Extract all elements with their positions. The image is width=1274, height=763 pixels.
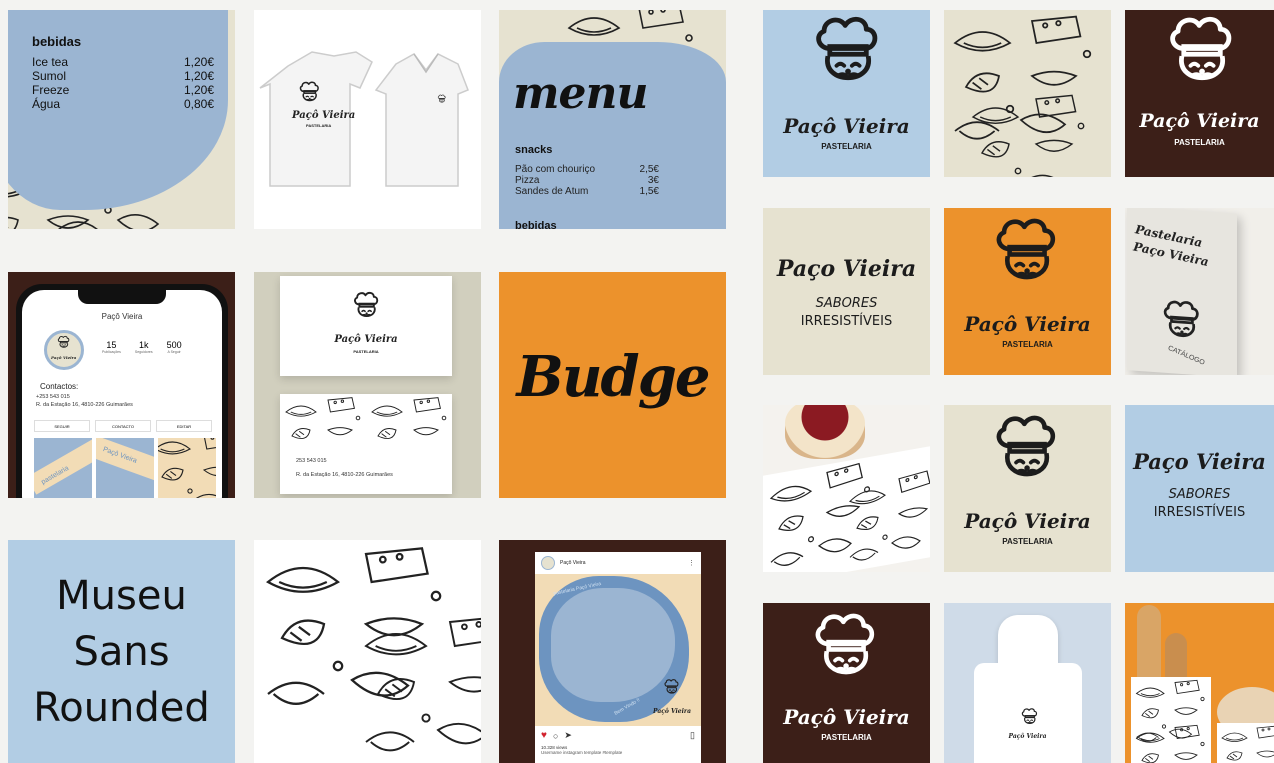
paper-bag: [1131, 677, 1211, 763]
follow-button[interactable]: SEGUIR: [34, 420, 90, 432]
contacts-title: Contactos:: [40, 382, 79, 391]
chef-logo-icon: [763, 603, 930, 703]
apron-tile: Paçô Vieira: [944, 603, 1111, 763]
phone-frame: Paçô Vieira Paçô Vieira 15 Publicações 1k…: [16, 284, 228, 498]
profile-stats: 15 Publicações 1k Seguidores 500 A Seguir: [102, 340, 182, 354]
drink-row: Ice tea 1,20€: [32, 55, 214, 69]
post-caption: Username instagram template #template: [541, 750, 623, 755]
phone-profile-tile: Paçô Vieira Paçô Vieira 15 Publicações 1k…: [8, 272, 235, 498]
post-header: Paçô Vieira ⋮: [535, 552, 701, 574]
edit-button[interactable]: EDITAR: [156, 420, 212, 432]
drink-row: Sumol 1,20€: [32, 69, 214, 83]
business-card-back: 253 543 015 R. da Estação 16, 4810-226 G…: [280, 394, 452, 494]
polo-brand: Paçô Vieira: [292, 110, 356, 121]
menu-title: menu: [513, 68, 649, 119]
logo-orange-tile: Paçô Vieira PASTELARIA: [944, 208, 1111, 375]
snack-row: Pizza 3€: [515, 175, 659, 186]
pattern-tile: [254, 540, 481, 763]
chef-logo-icon: [1021, 708, 1038, 725]
contact-phone: +253 543 015: [36, 394, 70, 400]
business-card-front: Paçô Vieira PASTELARIA: [280, 276, 452, 376]
slogan-blue-tile: Paço Vieira SABORES IRRESISTÍVEIS: [1125, 405, 1274, 572]
stat-followers: 1k Seguidores: [134, 340, 153, 354]
stat-posts: 15 Publicações: [102, 340, 121, 354]
catalog-book: Pastelaria Paço Vieira CATÁLOGO: [1127, 208, 1237, 375]
avatar: Paçô Vieira: [44, 330, 84, 370]
profile-name: Paçô Vieira: [101, 312, 143, 321]
packaging-photo-tile: [763, 405, 930, 572]
budge-text: Budge: [516, 344, 711, 410]
instagram-post: Paçô Vieira ⋮ pastelaria Paçô Vieira Bem…: [535, 552, 701, 763]
heart-icon[interactable]: ♥: [541, 730, 547, 741]
phone-notch: [78, 290, 166, 304]
bookmark-icon[interactable]: ▯: [690, 730, 695, 741]
budge-font-tile: Budge: [499, 272, 726, 498]
pastry-pattern: [954, 15, 1092, 177]
comment-icon[interactable]: ○: [553, 731, 558, 741]
drinks-menu-tile: bebidas Ice tea 1,20€ Sumol 1,20€ Freeze 1,…: [8, 10, 235, 229]
pastry-pattern-strip: [285, 397, 447, 440]
drink-row: Água 0,80€: [32, 97, 214, 111]
feed-post[interactable]: pastelaria: [34, 438, 92, 498]
profile-buttons: SEGUIR CONTACTO EDITAR: [34, 420, 212, 432]
polo-shirt-mockups: [259, 51, 469, 187]
more-icon[interactable]: ⋮: [688, 559, 695, 567]
post-actions: ♥ ○ ➤ ▯: [535, 726, 701, 745]
drinks-list: bebidas Ice tea 1,20€ Sumol 1,20€ Freeze 1,…: [32, 34, 214, 111]
logo-cream-tile: Paçô Vieira PASTELARIA: [944, 405, 1111, 572]
moodboard: bebidas Ice tea 1,20€ Sumol 1,20€ Freeze 1,…: [0, 0, 1274, 763]
chef-logo-icon: [944, 405, 1111, 505]
bread-bag-tile: [1125, 603, 1274, 763]
polo-sub: PASTELARIA: [306, 123, 332, 128]
paper-bag: [1217, 723, 1274, 763]
snack-row: Pão com chouriço 2,5€: [515, 164, 659, 175]
feed-post[interactable]: [158, 438, 216, 498]
polo-shirts-tile: Paçô Vieira PASTELARIA: [254, 10, 481, 229]
instagram-post-tile: Paçô Vieira ⋮ pastelaria Paçô Vieira Bem…: [499, 540, 726, 763]
pattern-cream-tile: [944, 10, 1111, 177]
stat-following: 500 A Seguir: [166, 340, 182, 354]
contact-address: R. da Estação 16, 4810-226 Guimarães: [36, 402, 133, 408]
contact-button[interactable]: CONTACTO: [95, 420, 151, 432]
menu-section-bebidas: bebidas: [515, 220, 557, 229]
snacks-list: Pão com chouriço 2,5€ Pizza 3€ Sandes de A…: [515, 164, 659, 197]
drinks-heading: bebidas: [32, 34, 82, 49]
museo-specimen: Museu Sans Rounded: [33, 573, 210, 731]
chef-logo-icon: [354, 291, 379, 317]
profile-feed: pastelaria Paçô Vieira: [34, 438, 216, 498]
share-icon[interactable]: ➤: [564, 730, 572, 741]
pastry-pattern: [266, 547, 481, 752]
chef-logo-icon: [763, 10, 930, 110]
avatar[interactable]: [541, 556, 555, 570]
museo-font-tile: Museu Sans Rounded: [8, 540, 235, 763]
chef-logo-icon: [1125, 10, 1274, 110]
drink-row: Freeze 1,20€: [32, 83, 214, 97]
menu-section-snacks: snacks: [515, 144, 553, 156]
chef-logo-icon: [664, 679, 679, 694]
catalog-tile: Pastelaria Paço Vieira CATÁLOGO: [1125, 208, 1274, 375]
slogan-cream-tile: Paço Vieira SABORES IRRESISTÍVEIS: [763, 208, 930, 375]
post-image: pastelaria Paçô Vieira Bem Vindo !! Paçô…: [535, 574, 701, 726]
chef-logo-icon: [57, 335, 70, 348]
business-cards-tile: Paçô Vieira PASTELARIA 253 543 015 R. da…: [254, 272, 481, 498]
menu-tile: menu snacks Pão com chouriço 2,5€ Pizza 3€…: [499, 10, 726, 229]
snack-row: Sandes de Atum 1,5€: [515, 186, 659, 197]
cheesecake-photo: [785, 405, 865, 459]
logo-blue-tile: Paçô Vieira PASTELARIA: [763, 10, 930, 177]
logo-brown-tile: Paçô Vieira PASTELARIA: [1125, 10, 1274, 177]
phone-screen: Paçô Vieira Paçô Vieira 15 Publicações 1k…: [22, 290, 222, 498]
chef-logo-icon: [944, 208, 1111, 308]
pastry-box: [763, 446, 930, 572]
post-account[interactable]: Paçô Vieira: [560, 560, 585, 566]
logo-brown2-tile: Paçô Vieira PASTELARIA: [763, 603, 930, 763]
feed-post[interactable]: Paçô Vieira: [96, 438, 154, 498]
